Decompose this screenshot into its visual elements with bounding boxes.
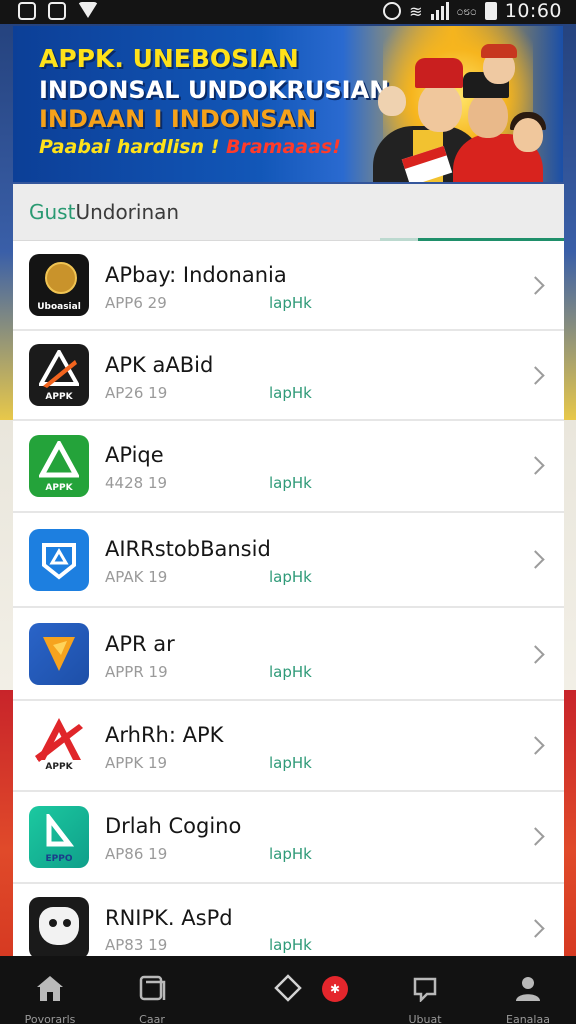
app-icon-text: APPK <box>45 392 73 402</box>
chevron-right-icon <box>526 276 545 295</box>
nav-item-hexagon[interactable] <box>248 956 328 1024</box>
banner-figure-head <box>418 82 462 132</box>
app-version: AP83 19 <box>105 936 168 954</box>
app-name: ArhRh: APK <box>105 723 224 747</box>
list-item[interactable]: AIRRstobBansid APAK 19 lapHk <box>13 513 564 608</box>
list-item[interactable]: APPK APK aABid AP26 19 lapHk <box>13 331 564 421</box>
list-item[interactable]: Uboasial APbay: Indonania APP6 29 lapHk <box>13 241 564 331</box>
banner-line-2: INDONSAL UNDOKRUSIAN <box>39 76 390 104</box>
list-item[interactable]: APPK ArhRh: APK APPK 19 lapHk <box>13 701 564 792</box>
panel-header[interactable]: Gust Undorinan <box>13 184 564 241</box>
banner-figure-4-head <box>513 118 543 152</box>
panel-header-title: Undorinan <box>75 200 180 224</box>
download-icon <box>78 2 98 18</box>
chevron-right-icon <box>526 645 545 664</box>
app-version: AP86 19 <box>105 845 168 863</box>
app-name: AIRRstobBansid <box>105 537 271 561</box>
app-icon-text: APPK <box>45 483 73 493</box>
apk-triangle-icon: APPK <box>29 344 89 406</box>
app-name: APiqe <box>105 443 164 467</box>
orange-tile-icon <box>29 623 89 685</box>
teal-d-icon: EPPO <box>29 806 89 868</box>
app-name: APR ar <box>105 632 175 656</box>
app-version: 4428 19 <box>105 474 168 492</box>
home-icon <box>37 976 63 1001</box>
gallery-icon <box>48 2 66 20</box>
emblem-icon: Uboasial <box>29 254 89 316</box>
card-icon <box>139 975 166 1001</box>
nav-item-profile[interactable]: Eanalaa <box>488 956 568 1024</box>
chevron-right-icon <box>526 736 545 755</box>
banner-line-1: APPK. UNEBOSIAN <box>39 44 299 73</box>
app-name: APK aABid <box>105 353 214 377</box>
nav-label-card: Caar <box>139 1014 165 1024</box>
carrier-text: ೦೮೦ <box>456 3 477 18</box>
chevron-right-icon <box>526 456 545 475</box>
apk-green-icon: APPK <box>29 435 89 497</box>
notification-badge: ✱ <box>322 976 348 1002</box>
app-tag: lapHk <box>269 384 312 402</box>
signal-icon <box>430 2 449 20</box>
promo-banner[interactable]: APPK. UNEBOSIAN INDONSAL UNDOKRUSIAN IND… <box>13 26 563 182</box>
list-item[interactable]: RNIPK. AsPd AP83 19 lapHk <box>13 884 564 956</box>
app-name: RNIPK. AsPd <box>105 906 233 930</box>
banner-line-4-prefix: Paabai hardlisn ! <box>39 136 226 158</box>
chevron-right-icon <box>526 550 545 569</box>
app-tag: lapHk <box>269 474 312 492</box>
profile-icon <box>516 977 540 1001</box>
banner-line-4: Paabai hardlisn ! Bramaaas! <box>39 136 341 158</box>
app-tag: lapHk <box>269 568 312 586</box>
app-icon-text: Uboasial <box>37 302 81 312</box>
chevron-right-icon <box>526 827 545 846</box>
app-tag: lapHk <box>269 936 312 954</box>
app-version: APPR 19 <box>105 663 168 681</box>
shield-store-icon <box>29 529 89 591</box>
app-version: AP26 19 <box>105 384 168 402</box>
app-tag: lapHk <box>269 754 312 772</box>
battery-icon <box>484 2 497 20</box>
list-item[interactable]: APPK APiqe 4428 19 lapHk <box>13 421 564 513</box>
app-version: APAK 19 <box>105 568 168 586</box>
app-name: Drlah Cogino <box>105 814 242 838</box>
chevron-right-icon <box>526 366 545 385</box>
status-bar: ≋ ೦೮೦ 10:60 <box>0 0 576 24</box>
banner-line-4-accent: Bramaaas! <box>225 136 341 158</box>
nav-item-chat[interactable]: Ubuat <box>385 956 465 1024</box>
app-version: APPK 19 <box>105 754 168 772</box>
notification-icon <box>18 2 36 20</box>
nav-item-home[interactable]: Povorarls <box>10 956 90 1024</box>
banner-figure-2-head <box>468 92 508 138</box>
nav-label-profile: Eanalaa <box>506 1014 550 1024</box>
app-name: APbay: Indonania <box>105 263 287 287</box>
bottom-navigation: Povorarls Caar ✱ Ubuat Eanalaa <box>0 956 576 1024</box>
banner-figure-hat <box>415 58 463 88</box>
alarm-icon <box>383 2 402 20</box>
app-icon-text: EPPO <box>45 854 73 864</box>
list-item[interactable]: EPPO Drlah Cogino AP86 19 lapHk <box>13 792 564 884</box>
app-list-panel: Gust Undorinan Uboasial APbay: Indonania… <box>13 184 564 956</box>
app-version: APP6 29 <box>105 294 167 312</box>
app-tag: lapHk <box>269 294 312 312</box>
nav-label-hexagon <box>248 1014 328 1024</box>
banner-figure-small <box>378 86 406 116</box>
list-item[interactable]: APR ar APPR 19 lapHk <box>13 608 564 701</box>
hexagon-icon <box>274 974 302 1002</box>
nav-label-chat: Ubuat <box>408 1014 442 1024</box>
banner-figure-3-hat <box>481 44 517 58</box>
app-tag: lapHk <box>269 663 312 681</box>
clock: 10:60 <box>504 0 562 22</box>
wifi-icon: ≋ <box>409 1 423 21</box>
nav-item-card[interactable]: Caar <box>112 956 192 1024</box>
app-tag: lapHk <box>269 845 312 863</box>
banner-line-3: INDAAN I INDONSAN <box>39 105 317 133</box>
chevron-right-icon <box>526 919 545 938</box>
mascot-icon <box>29 897 89 956</box>
chat-icon <box>413 977 437 1002</box>
panel-header-accent: Gust <box>29 200 76 224</box>
red-a-icon: APPK <box>29 714 89 776</box>
nav-label-home: Povorarls <box>24 1014 76 1024</box>
